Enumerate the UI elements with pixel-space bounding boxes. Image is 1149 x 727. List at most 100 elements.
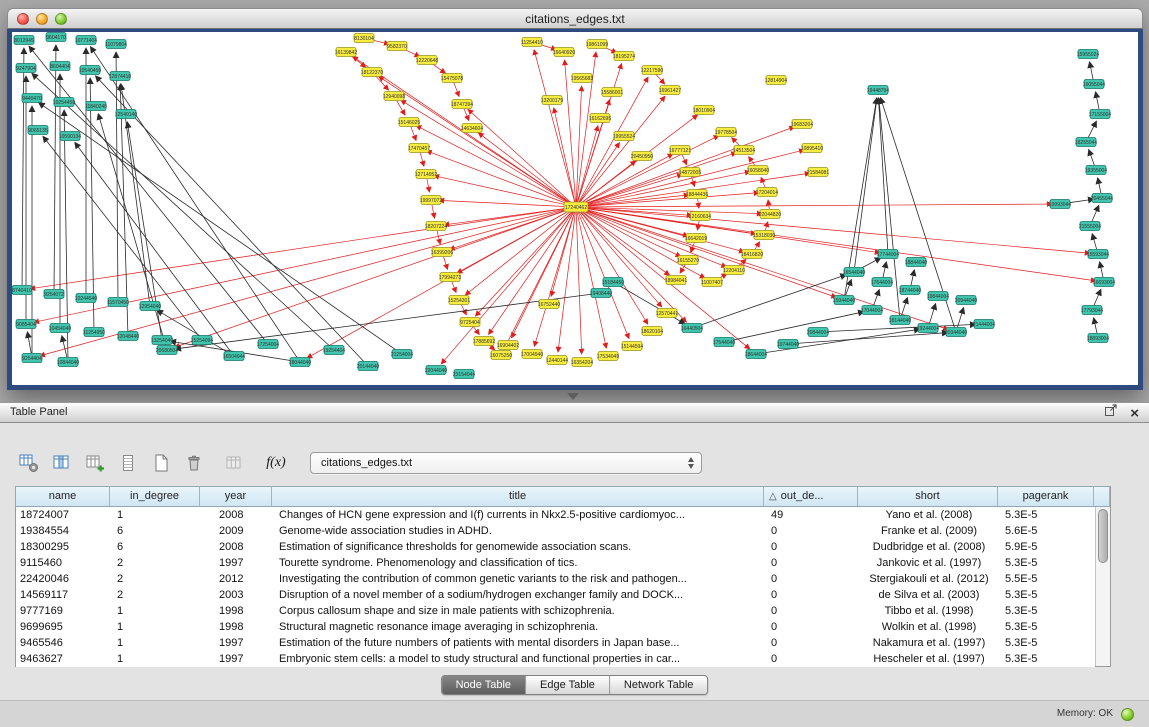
graph-edge[interactable] xyxy=(175,294,596,349)
table-cell[interactable]: 2008 xyxy=(201,539,273,555)
graph-node[interactable]: 10254450 xyxy=(53,98,75,107)
graph-edge[interactable] xyxy=(120,84,128,331)
tab-node-table[interactable]: Node Table xyxy=(442,676,525,694)
graph-edge[interactable] xyxy=(1094,289,1101,305)
graph-edge[interactable] xyxy=(75,142,231,352)
graph-node[interactable]: 12940098 xyxy=(383,92,405,101)
graph-node[interactable]: 15146025 xyxy=(398,118,420,127)
table-cell[interactable]: 49 xyxy=(765,507,859,523)
graph-edge[interactable] xyxy=(581,207,762,214)
graph-node[interactable]: 18255044 xyxy=(1075,138,1097,147)
graph-edge[interactable] xyxy=(551,212,575,296)
table-row[interactable]: 969969511998Structural magnetic resonanc… xyxy=(16,619,1095,635)
graph-node[interactable]: 16640920 xyxy=(553,48,575,57)
table-cell[interactable]: 1 xyxy=(111,635,201,651)
graph-node[interactable]: 15586001 xyxy=(601,88,623,97)
table-cell[interactable]: 1997 xyxy=(201,651,273,667)
graph-edge[interactable] xyxy=(755,242,760,250)
graph-node[interactable]: 17254004 xyxy=(257,340,279,349)
graph-node[interactable]: 17744004 xyxy=(877,250,899,259)
table-cell[interactable]: Estimation of significance thresholds fo… xyxy=(273,539,765,555)
scrollbar-thumb[interactable] xyxy=(1098,509,1108,563)
table-cell[interactable]: 5.3E-5 xyxy=(999,619,1095,635)
graph-node[interactable]: 15944040 xyxy=(833,296,855,305)
table-cell[interactable]: 0 xyxy=(765,603,859,619)
graph-node[interactable]: 16155270 xyxy=(677,256,699,265)
new-table-button[interactable] xyxy=(148,450,174,476)
graph-edge[interactable] xyxy=(845,98,877,295)
table-cell[interactable]: 14569117 xyxy=(16,587,111,603)
graph-node[interactable]: 16693004 xyxy=(1093,278,1115,287)
graph-node[interactable]: 17044004 xyxy=(861,306,883,315)
graph-node[interactable]: 12814904 xyxy=(765,76,787,85)
table-cell[interactable]: de Silva et al. (2003) xyxy=(859,587,999,603)
table-selector[interactable]: citations_edges.txt xyxy=(310,452,702,474)
table-cell[interactable]: 18724007 xyxy=(16,507,111,523)
graph-node[interactable]: 18195274 xyxy=(613,52,635,61)
graph-node[interactable]: 12440144 xyxy=(546,356,568,365)
table-cell[interactable]: 9463627 xyxy=(16,651,111,667)
graph-node[interactable]: 19955524 xyxy=(613,132,635,141)
graph-node[interactable]: 10590134 xyxy=(59,132,81,141)
graph-edge[interactable] xyxy=(90,78,94,327)
table-row[interactable]: 946362711997Embryonic stem cells: a mode… xyxy=(16,651,1095,667)
graph-edge[interactable] xyxy=(426,151,571,205)
table-cell[interactable]: 1998 xyxy=(201,603,273,619)
graph-node[interactable]: 15144594 xyxy=(621,342,643,351)
graph-node[interactable]: 12204110 xyxy=(723,266,745,275)
graph-edge[interactable] xyxy=(62,336,67,357)
table-cell[interactable]: 9465546 xyxy=(16,635,111,651)
graph-node[interactable]: 16354204 xyxy=(571,358,593,367)
graph-node[interactable]: 8604404 xyxy=(50,62,70,71)
table-cell[interactable]: Investigating the contribution of common… xyxy=(273,571,765,587)
table-cell[interactable]: 5.3E-5 xyxy=(999,555,1095,571)
graph-node[interactable]: 18844040 xyxy=(905,258,927,267)
graph-node[interactable]: 16399206 xyxy=(431,248,453,257)
graph-node[interactable]: 16162695 xyxy=(589,114,611,123)
graph-node[interactable]: 10844040 xyxy=(57,358,79,367)
graph-node[interactable]: 19844004 xyxy=(927,292,949,301)
graph-node[interactable]: 13200179 xyxy=(541,96,563,105)
graph-edge[interactable] xyxy=(911,270,914,285)
tab-network-table[interactable]: Network Table xyxy=(609,676,708,694)
graph-node[interactable]: 18893004 xyxy=(1087,334,1109,343)
graph-node[interactable]: 11840240 xyxy=(85,102,107,111)
graph-node[interactable]: 19997072 xyxy=(420,196,442,205)
graph-node[interactable]: 15475078 xyxy=(441,74,463,83)
graph-node[interactable]: 19565683 xyxy=(571,74,593,83)
table-cell[interactable]: 0 xyxy=(765,651,859,667)
graph-node[interactable]: 13254040 xyxy=(151,336,173,345)
graph-node[interactable]: 16139842 xyxy=(335,48,357,57)
graph-edge[interactable] xyxy=(682,155,687,165)
table-cell[interactable]: 2 xyxy=(111,587,201,603)
table-cell[interactable]: 5.3E-5 xyxy=(999,603,1095,619)
graph-edge[interactable] xyxy=(883,262,886,277)
graph-edge[interactable] xyxy=(416,126,571,205)
graph-node[interactable]: 18416820 xyxy=(741,250,763,259)
graph-edge[interactable] xyxy=(473,326,479,335)
graph-node[interactable]: 19744040 xyxy=(777,340,799,349)
table-row[interactable]: 1872400712008Changes of HCN gene express… xyxy=(16,507,1095,523)
graph-node[interactable]: 21254004 xyxy=(391,350,413,359)
table-cell[interactable]: Jankovic et al. (1997) xyxy=(859,555,999,571)
graph-edge[interactable] xyxy=(1094,318,1097,333)
graph-node[interactable]: 18207224 xyxy=(425,222,447,231)
table-cell[interactable]: 0 xyxy=(765,523,859,539)
graph-node[interactable]: 9604170 xyxy=(46,33,66,42)
graph-node[interactable]: 16504044 xyxy=(223,352,245,361)
graph-edge[interactable] xyxy=(581,208,1096,281)
graph-node[interactable]: 12874410 xyxy=(109,72,131,81)
graph-edge[interactable] xyxy=(420,153,424,166)
table-cell[interactable]: 9699695 xyxy=(16,619,111,635)
graph-edge[interactable] xyxy=(1098,178,1101,193)
graph-node[interactable]: 12048440 xyxy=(117,332,139,341)
graph-node[interactable]: 20450950 xyxy=(631,152,653,161)
table-cell[interactable]: 1 xyxy=(111,651,201,667)
graph-node[interactable]: 18844436 xyxy=(686,190,708,199)
table-cell[interactable]: 9777169 xyxy=(16,603,111,619)
graph-node[interactable]: 20844004 xyxy=(807,328,829,337)
graph-node[interactable]: 12160634 xyxy=(689,212,711,221)
graph-edge[interactable] xyxy=(1100,262,1103,277)
table-cell[interactable]: 5.5E-5 xyxy=(999,571,1095,587)
graph-node[interactable]: 22044820 xyxy=(759,210,781,219)
